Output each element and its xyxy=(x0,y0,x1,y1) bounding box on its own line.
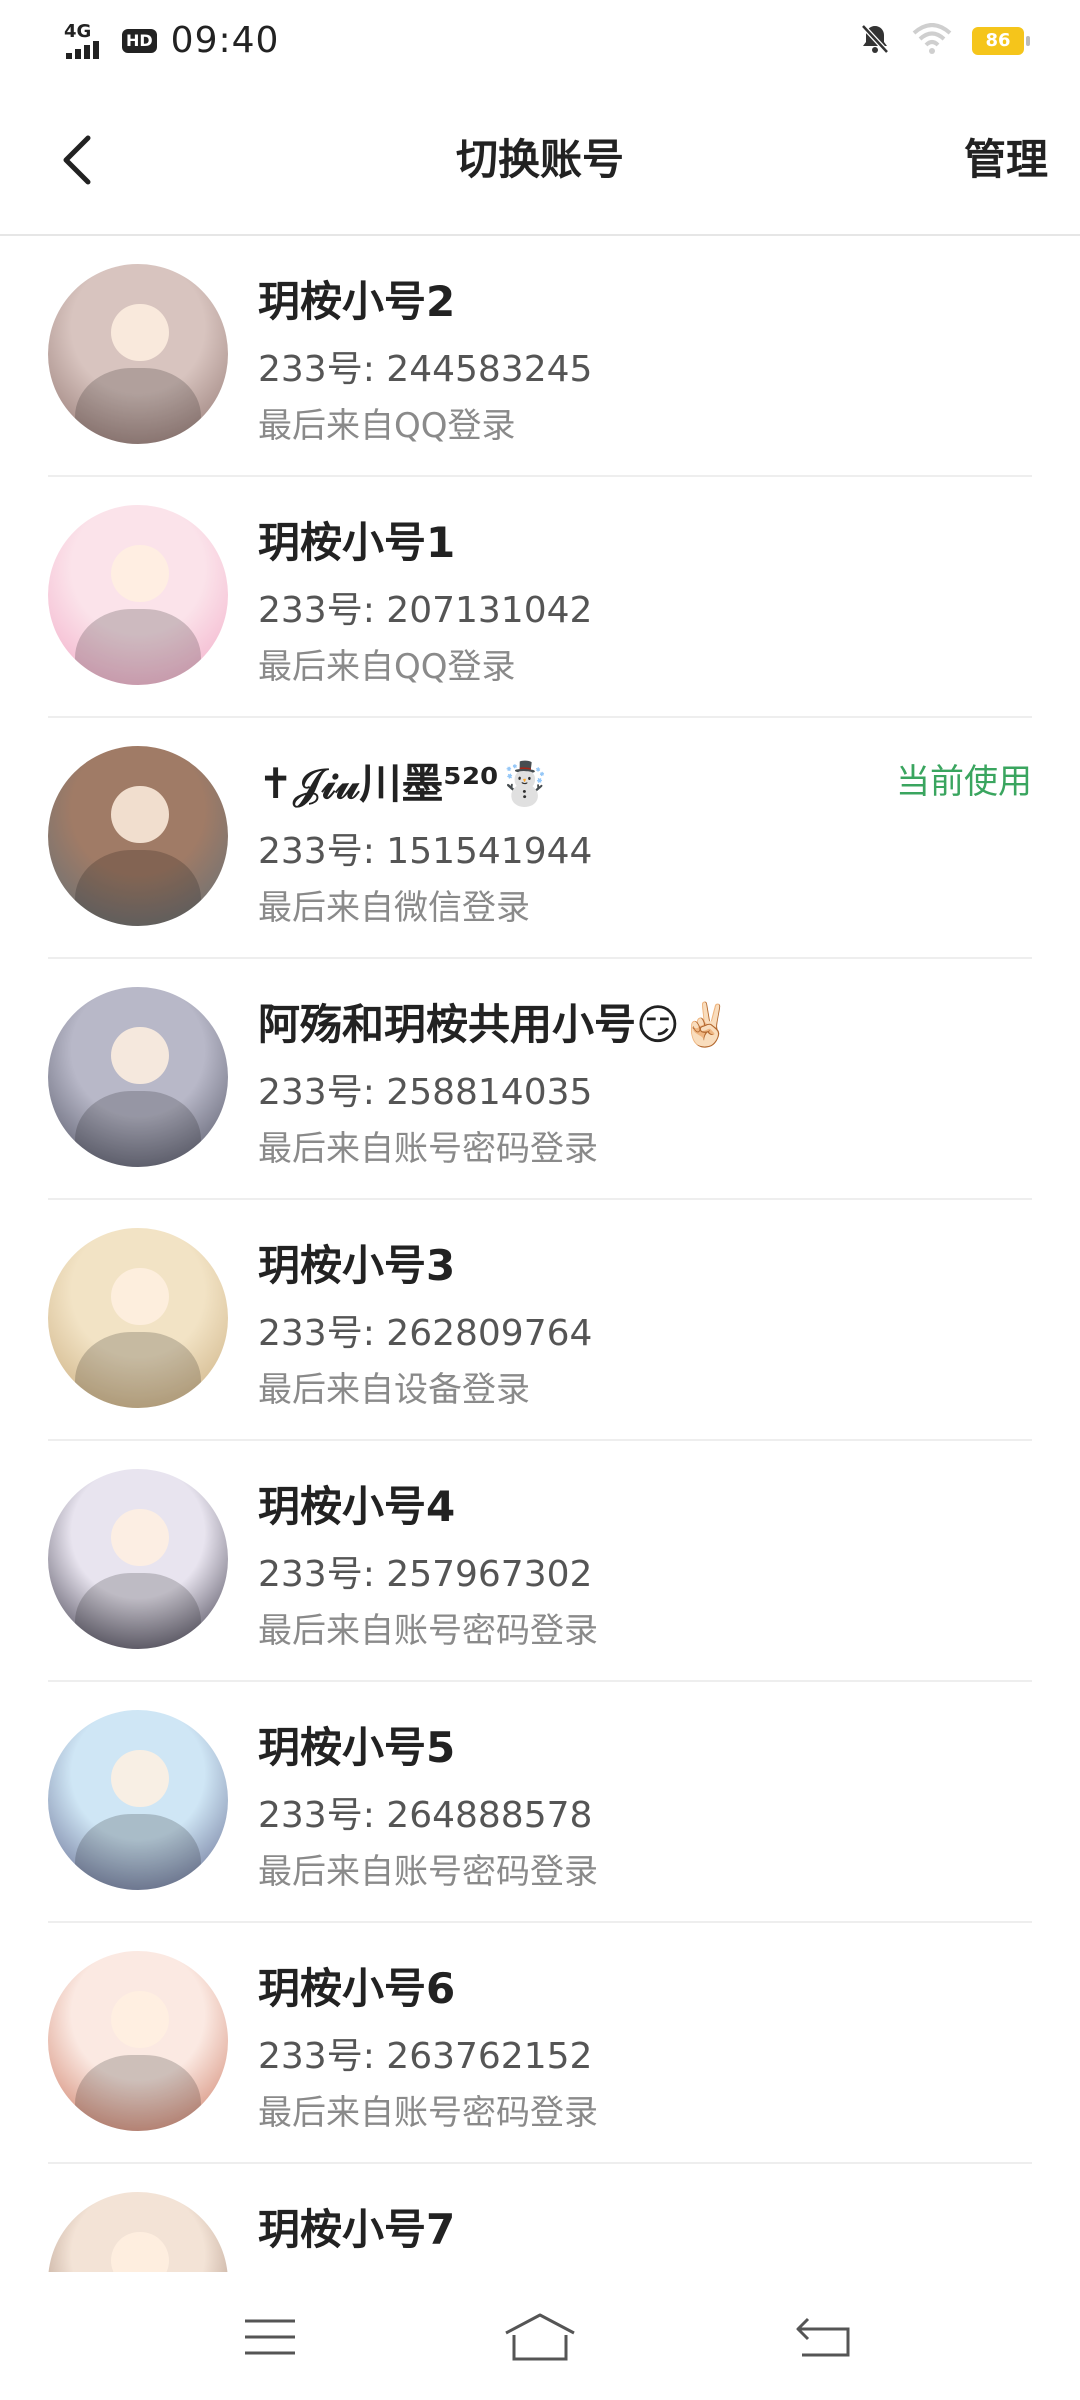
account-id: 233号: 264888578 xyxy=(258,1795,593,1836)
avatar xyxy=(48,2192,228,2272)
last-login-source: 最后来自账号密码登录 xyxy=(258,1852,598,1892)
avatar xyxy=(48,987,228,1167)
account-list: 玥桉小号2 233号: 244583245 最后来自QQ登录 玥桉小号1 233号: 2… xyxy=(0,236,1080,2272)
last-login-source: 最后来自QQ登录 xyxy=(258,406,516,446)
last-login-source: 最后来自账号密码登录 xyxy=(258,2093,598,2133)
avatar xyxy=(48,264,228,444)
status-bar: 4G HD 09:40 86 xyxy=(0,0,1080,86)
account-row[interactable]: 玥桉小号7 xyxy=(0,2164,1080,2272)
last-login-source: 最后来自账号密码登录 xyxy=(258,1611,598,1651)
account-id: 233号: 262809764 xyxy=(258,1313,593,1354)
account-name: 玥桉小号3 xyxy=(258,1241,456,1290)
wifi-icon xyxy=(912,23,952,59)
account-id: 233号: 244583245 xyxy=(258,349,593,390)
account-row[interactable]: 玥桉小号2 233号: 244583245 最后来自QQ登录 xyxy=(0,236,1080,477)
account-id: 233号: 207131042 xyxy=(258,590,593,631)
account-name: 玥桉小号4 xyxy=(258,1482,456,1531)
avatar xyxy=(48,1228,228,1408)
account-id: 233号: 258814035 xyxy=(258,1072,593,1113)
clock: 09:40 xyxy=(170,20,280,61)
status-right: 86 xyxy=(858,22,1030,60)
account-name: 玥桉小号7 xyxy=(258,2205,456,2254)
avatar xyxy=(48,746,228,926)
avatar xyxy=(48,1951,228,2131)
account-id: 233号: 151541944 xyxy=(258,831,593,872)
menu-icon xyxy=(245,2319,295,2355)
account-row[interactable]: 玥桉小号4 233号: 257967302 最后来自账号密码登录 xyxy=(0,1441,1080,1682)
account-row[interactable]: 玥桉小号5 233号: 264888578 最后来自账号密码登录 xyxy=(0,1682,1080,1923)
menu-button[interactable] xyxy=(230,2302,310,2372)
account-id: 233号: 257967302 xyxy=(258,1554,593,1595)
last-login-source: 最后来自账号密码登录 xyxy=(258,1129,598,1169)
account-name: ✝𝒥𝒾𝓊川墨⁵²⁰☃️ xyxy=(258,759,551,808)
home-icon xyxy=(505,2313,575,2361)
account-name: 玥桉小号5 xyxy=(258,1723,456,1772)
avatar xyxy=(48,1710,228,1890)
account-name: 玥桉小号1 xyxy=(258,518,456,567)
status-left: 4G HD 09:40 xyxy=(62,20,279,61)
network-type: 4G xyxy=(64,20,92,42)
account-name: 玥桉小号6 xyxy=(258,1964,456,2013)
account-row[interactable]: 阿殇和玥桉共用小号😏✌🏻 233号: 258814035 最后来自账号密码登录 xyxy=(0,959,1080,1200)
account-name: 玥桉小号2 xyxy=(258,277,456,326)
avatar xyxy=(48,1469,228,1649)
last-login-source: 最后来自QQ登录 xyxy=(258,647,516,687)
account-row[interactable]: ✝𝒥𝒾𝓊川墨⁵²⁰☃️ 233号: 151541944 最后来自微信登录 当前使用 xyxy=(0,718,1080,959)
account-row[interactable]: 玥桉小号1 233号: 207131042 最后来自QQ登录 xyxy=(0,477,1080,718)
home-button[interactable] xyxy=(500,2302,580,2372)
last-login-source: 最后来自设备登录 xyxy=(258,1370,530,1410)
account-name: 阿殇和玥桉共用小号😏✌🏻 xyxy=(258,1000,733,1049)
page-title: 切换账号 xyxy=(455,135,624,184)
system-back-button[interactable] xyxy=(784,2302,864,2372)
back-icon xyxy=(796,2317,850,2357)
avatar xyxy=(48,505,228,685)
signal-icon: 4G xyxy=(62,21,108,61)
battery-icon: 86 xyxy=(972,27,1030,55)
system-nav-bar xyxy=(0,2272,1080,2400)
nav-bar: 切换账号 管理 xyxy=(0,86,1080,236)
current-account-badge: 当前使用 xyxy=(896,762,1032,802)
account-row[interactable]: 玥桉小号3 233号: 262809764 最后来自设备登录 xyxy=(0,1200,1080,1441)
hd-icon: HD xyxy=(122,28,157,53)
account-row[interactable]: 玥桉小号6 233号: 263762152 最后来自账号密码登录 xyxy=(0,1923,1080,2164)
manage-button[interactable]: 管理 xyxy=(964,126,1048,187)
last-login-source: 最后来自微信登录 xyxy=(258,888,530,928)
mute-bell-icon xyxy=(858,22,892,60)
account-id: 233号: 263762152 xyxy=(258,2036,593,2077)
